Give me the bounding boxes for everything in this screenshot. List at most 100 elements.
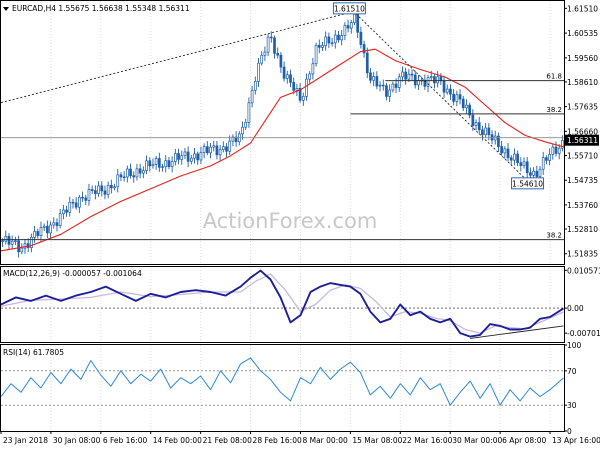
candle-body <box>17 240 20 253</box>
y-tick-label: 0.00 <box>567 304 584 313</box>
candle-body <box>81 196 84 199</box>
y-tick-label: 100 <box>567 341 582 350</box>
candle-body <box>250 89 254 104</box>
candle-body <box>445 88 449 93</box>
candle-body <box>253 81 257 91</box>
y-tick-label: 1.53760 <box>567 201 598 210</box>
candle-body <box>65 209 68 213</box>
candle-body <box>317 44 321 48</box>
candle-body <box>532 170 535 176</box>
candle-body <box>202 146 206 153</box>
candle-body <box>452 93 455 102</box>
macd-y-ticks: 0.010571 0.00 -0.007014 <box>564 266 600 338</box>
candle-body <box>500 146 503 154</box>
candle-body <box>173 153 177 162</box>
candle-body <box>225 146 228 152</box>
candle-body <box>39 227 43 237</box>
candle-body <box>551 146 555 155</box>
y-tick-label: 1.60535 <box>567 29 598 38</box>
candle-body <box>407 73 411 80</box>
candle-body <box>49 224 52 234</box>
candle-body <box>14 240 17 242</box>
price-panel: ActionForex.com 61.8 38.2 38.2 1.61510 1.54… <box>0 0 599 265</box>
candle-body <box>151 163 155 167</box>
candle-body <box>436 76 439 84</box>
candle-body <box>164 160 168 168</box>
candle-body <box>481 129 484 136</box>
candle-body <box>62 209 65 215</box>
candle-body <box>282 66 286 79</box>
candle-body <box>529 172 532 176</box>
candle-body <box>266 36 270 53</box>
candle-body <box>71 201 75 204</box>
candle-body <box>401 71 404 78</box>
candle-body <box>52 222 56 226</box>
candle-body <box>170 161 174 168</box>
y-tick-label: 0 <box>567 427 572 436</box>
y-tick-label: 1.61510 <box>567 4 598 13</box>
candle-body <box>241 126 244 135</box>
rsi-line <box>0 357 564 406</box>
candle-body <box>212 145 216 148</box>
x-tick-label: 8 Mar 00:00 <box>302 436 348 445</box>
candle-body <box>516 153 519 164</box>
candle-body <box>110 185 113 189</box>
price-annotation-label: 1.54610 <box>512 179 543 188</box>
candle-body <box>295 88 299 91</box>
candle-body <box>327 36 331 44</box>
candle-body <box>257 62 260 82</box>
candle-body <box>90 189 94 191</box>
candle-body <box>97 185 100 194</box>
candle-body <box>205 146 209 154</box>
candle-body <box>413 74 417 86</box>
candle-body <box>465 104 468 109</box>
candle-body <box>513 153 516 161</box>
rsi-gridlines <box>50 345 551 431</box>
price-y-ticks: 1.615101.605351.595601.586101.576351.566… <box>564 4 599 259</box>
candle-body <box>218 149 222 156</box>
candle-body <box>247 102 251 123</box>
candle-body <box>308 73 312 80</box>
macd-title: MACD(12,26,9) -0.000057 -0.001064 <box>3 269 142 278</box>
candle-body <box>122 176 126 179</box>
x-tick-label: 15 Mar 08:00 <box>352 436 402 445</box>
y-tick-label: 1.54735 <box>567 176 598 185</box>
candle-body <box>106 185 110 195</box>
candle-body <box>74 202 78 208</box>
candle-body <box>126 168 129 178</box>
candle-body <box>84 197 88 201</box>
x-tick-label: 13 Apr 16:00 <box>552 436 600 445</box>
fib-label: 38.2 <box>546 232 562 240</box>
candle-body <box>404 71 408 80</box>
candle-body <box>276 53 280 56</box>
candle-body <box>135 168 139 178</box>
candle-body <box>365 52 369 74</box>
macd-gridlines <box>50 267 551 342</box>
candle-body <box>429 76 433 79</box>
x-tick-label: 28 Feb 16:00 <box>253 436 302 445</box>
candle-body <box>145 160 148 171</box>
candle-body <box>269 36 273 39</box>
y-tick-label: 1.52810 <box>567 225 598 234</box>
fib-label: 61.8 <box>546 73 562 81</box>
candle-body <box>477 122 481 131</box>
candle-body <box>548 154 551 161</box>
candle-body <box>154 158 158 165</box>
candle-body <box>215 145 219 156</box>
y-tick-label: 30 <box>567 401 577 410</box>
candle-body <box>535 170 539 177</box>
candle-body <box>311 63 315 75</box>
candle-body <box>7 235 11 245</box>
candle-body <box>180 155 184 160</box>
candle-body <box>503 148 507 154</box>
candle-body <box>449 88 452 95</box>
trendline <box>350 8 531 184</box>
x-axis: 23 Jan 2018 30 Jan 08:00 6 Feb 16:00 14 Feb… <box>0 431 600 445</box>
candle-body <box>484 127 487 136</box>
candle-body <box>189 157 193 162</box>
candle-body <box>55 222 59 226</box>
x-tick-label: 22 Mar 16:00 <box>402 436 452 445</box>
candle-body <box>305 78 308 97</box>
candle-body <box>42 225 46 228</box>
candle-body <box>129 168 132 176</box>
